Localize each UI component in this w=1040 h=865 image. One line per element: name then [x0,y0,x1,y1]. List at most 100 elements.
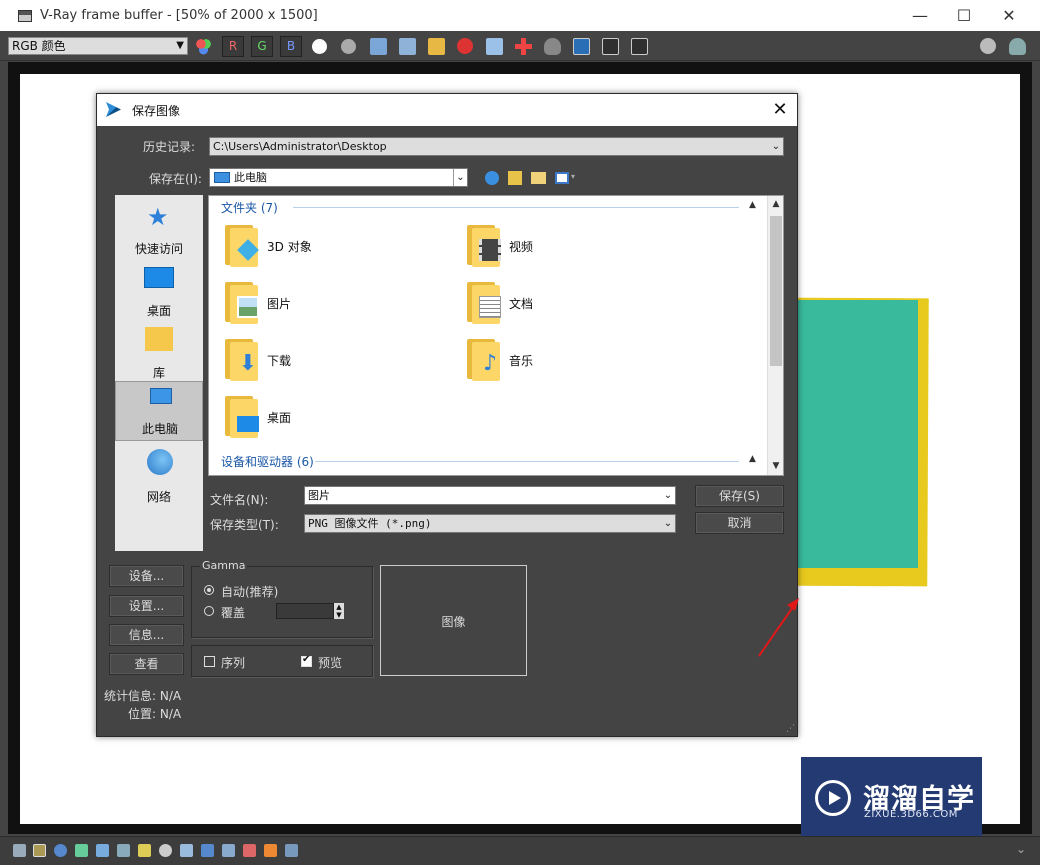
folder-pictures[interactable]: 图片 [221,282,441,328]
filetype-select[interactable]: PNG 图像文件 (*.png) ⌄ [304,514,676,533]
network-globe-icon [147,449,173,475]
place-label: 桌面 [146,304,171,318]
green-channel-button[interactable]: G [251,36,273,57]
place-libraries[interactable]: 库 [115,323,203,383]
place-network[interactable]: 网络 [115,447,203,507]
folder-desktop[interactable]: 桌面 [221,396,441,442]
curve-icon[interactable] [180,844,193,857]
duplicate-to-max-icon[interactable] [486,38,503,55]
preview-label: 预览 [318,656,343,670]
chevron-down-icon[interactable]: ▾ [571,172,575,181]
group-header-devices[interactable]: 设备和驱动器 (6) [221,453,314,470]
computer-icon [150,388,172,404]
new-folder-icon[interactable] [531,172,546,184]
white-balance-icon[interactable] [159,844,172,857]
folder-videos[interactable]: 视频 [463,225,683,271]
render-teal-object [788,300,918,568]
place-quick-access[interactable]: ★ 快速访问 [115,199,203,259]
expand-chevron-icon[interactable]: ⌄ [1016,842,1026,856]
pixel-info-icon[interactable] [33,844,46,857]
close-window-button[interactable]: ✕ [986,0,1032,31]
folder-downloads[interactable]: ⬇ 下载 [221,339,441,385]
track-mouse-icon[interactable] [515,38,532,55]
collapse-chevron-icon[interactable]: ▲ [749,454,756,464]
folder-documents[interactable]: 文档 [463,282,683,328]
setup-button[interactable]: 设置... [109,595,184,617]
hsv-icon[interactable] [222,844,235,857]
chevron-down-icon: ▼ [176,40,184,51]
gamma-override-label: 覆盖 [221,606,246,620]
history-value: C:\Users\Administrator\Desktop [213,140,387,153]
blue-channel-button[interactable]: B [280,36,302,57]
view-menu-icon[interactable] [555,172,569,184]
save-all-icon[interactable] [399,38,416,55]
resize-grip-icon[interactable]: ⋰ [786,725,795,734]
gamma-auto-radio[interactable] [204,585,214,595]
history-a-icon[interactable] [602,38,619,55]
mono-mode-icon[interactable] [341,39,356,54]
lens-effects-icon[interactable] [243,844,256,857]
gamma-spinner[interactable]: ▲ ▼ [334,603,344,619]
red-channel-button[interactable]: R [222,36,244,57]
cancel-button[interactable]: 取消 [695,512,784,534]
history-b-icon[interactable] [631,38,648,55]
savein-combo[interactable]: 此电脑 ⌄ [209,168,468,187]
back-icon[interactable] [485,171,499,185]
channel-select-value: RGB 颜色 [12,39,66,53]
library-icon [145,327,173,351]
clear-image-icon[interactable] [457,38,473,54]
group-divider [315,461,739,462]
place-label: 网络 [146,490,171,504]
place-label: 库 [152,366,165,380]
color-corrections-icon[interactable] [195,38,212,55]
stop-render-icon[interactable] [980,38,996,54]
place-desktop[interactable]: 桌面 [115,261,203,321]
folder-icon: ⬇ [225,339,259,381]
curve-list-icon[interactable] [96,844,109,857]
exposure-icon[interactable] [138,844,151,857]
save-image-icon[interactable] [370,38,387,55]
devices-button[interactable]: 设备... [109,565,184,587]
info-button[interactable]: 信息... [109,624,184,646]
gamma-value-input[interactable] [276,603,334,619]
channel-select[interactable]: RGB 颜色 ▼ [8,37,188,55]
history-label: 历史记录: [143,140,196,154]
render-region-icon[interactable] [544,38,561,55]
info-icon[interactable] [54,844,67,857]
history-combo[interactable]: C:\Users\Administrator\Desktop ⌄ [209,137,784,156]
ocio-icon[interactable] [264,844,277,857]
lut-icon[interactable] [201,844,214,857]
place-this-pc[interactable]: 此电脑 [115,381,203,441]
load-image-icon[interactable] [428,38,445,55]
dialog-close-button[interactable]: ✕ [763,94,797,126]
maximize-button[interactable]: ☐ [941,0,987,31]
group-header-folders[interactable]: 文件夹 (7) [221,199,278,216]
sequence-checkbox[interactable] [204,656,215,667]
gamma-override-radio[interactable] [204,606,214,616]
folder-music[interactable]: ♪ 音乐 [463,339,683,385]
alpha-channel-icon[interactable] [312,39,327,54]
levels-icon[interactable] [75,844,88,857]
filetype-value: PNG 图像文件 (*.png) [308,517,432,530]
minimize-button[interactable]: — [897,0,943,31]
compare-ab-icon[interactable] [573,38,590,55]
up-folder-icon[interactable] [508,171,522,185]
render-teapot-icon[interactable] [1009,38,1026,55]
histogram-icon[interactable] [117,844,130,857]
scroll-down-icon[interactable]: ▼ [768,461,784,471]
scrollbar-thumb[interactable] [770,216,782,366]
show-info-icon[interactable] [13,844,26,857]
stats-info: 统计信息: N/A [104,689,182,703]
watermark-url: ZIXUE.3D66.COM [864,809,958,820]
collapse-chevron-icon[interactable]: ▲ [749,200,756,210]
icc-icon[interactable] [285,844,298,857]
save-button[interactable]: 保存(S) [695,485,784,507]
file-list-scrollbar[interactable]: ▲ ▼ [767,196,783,475]
sequence-label: 序列 [221,656,246,670]
preview-checkbox[interactable] [301,654,312,667]
filename-input[interactable]: 图片 ⌄ [304,486,676,505]
view-button[interactable]: 查看 [109,653,184,675]
folder-3d-objects[interactable]: 3D 对象 [221,225,441,271]
file-list[interactable]: 文件夹 (7) ▲ 3D 对象 视频 图片 文档 ⬇ 下载 ♪ 音乐 桌面 设备… [208,195,784,476]
scroll-up-icon[interactable]: ▲ [768,199,784,209]
